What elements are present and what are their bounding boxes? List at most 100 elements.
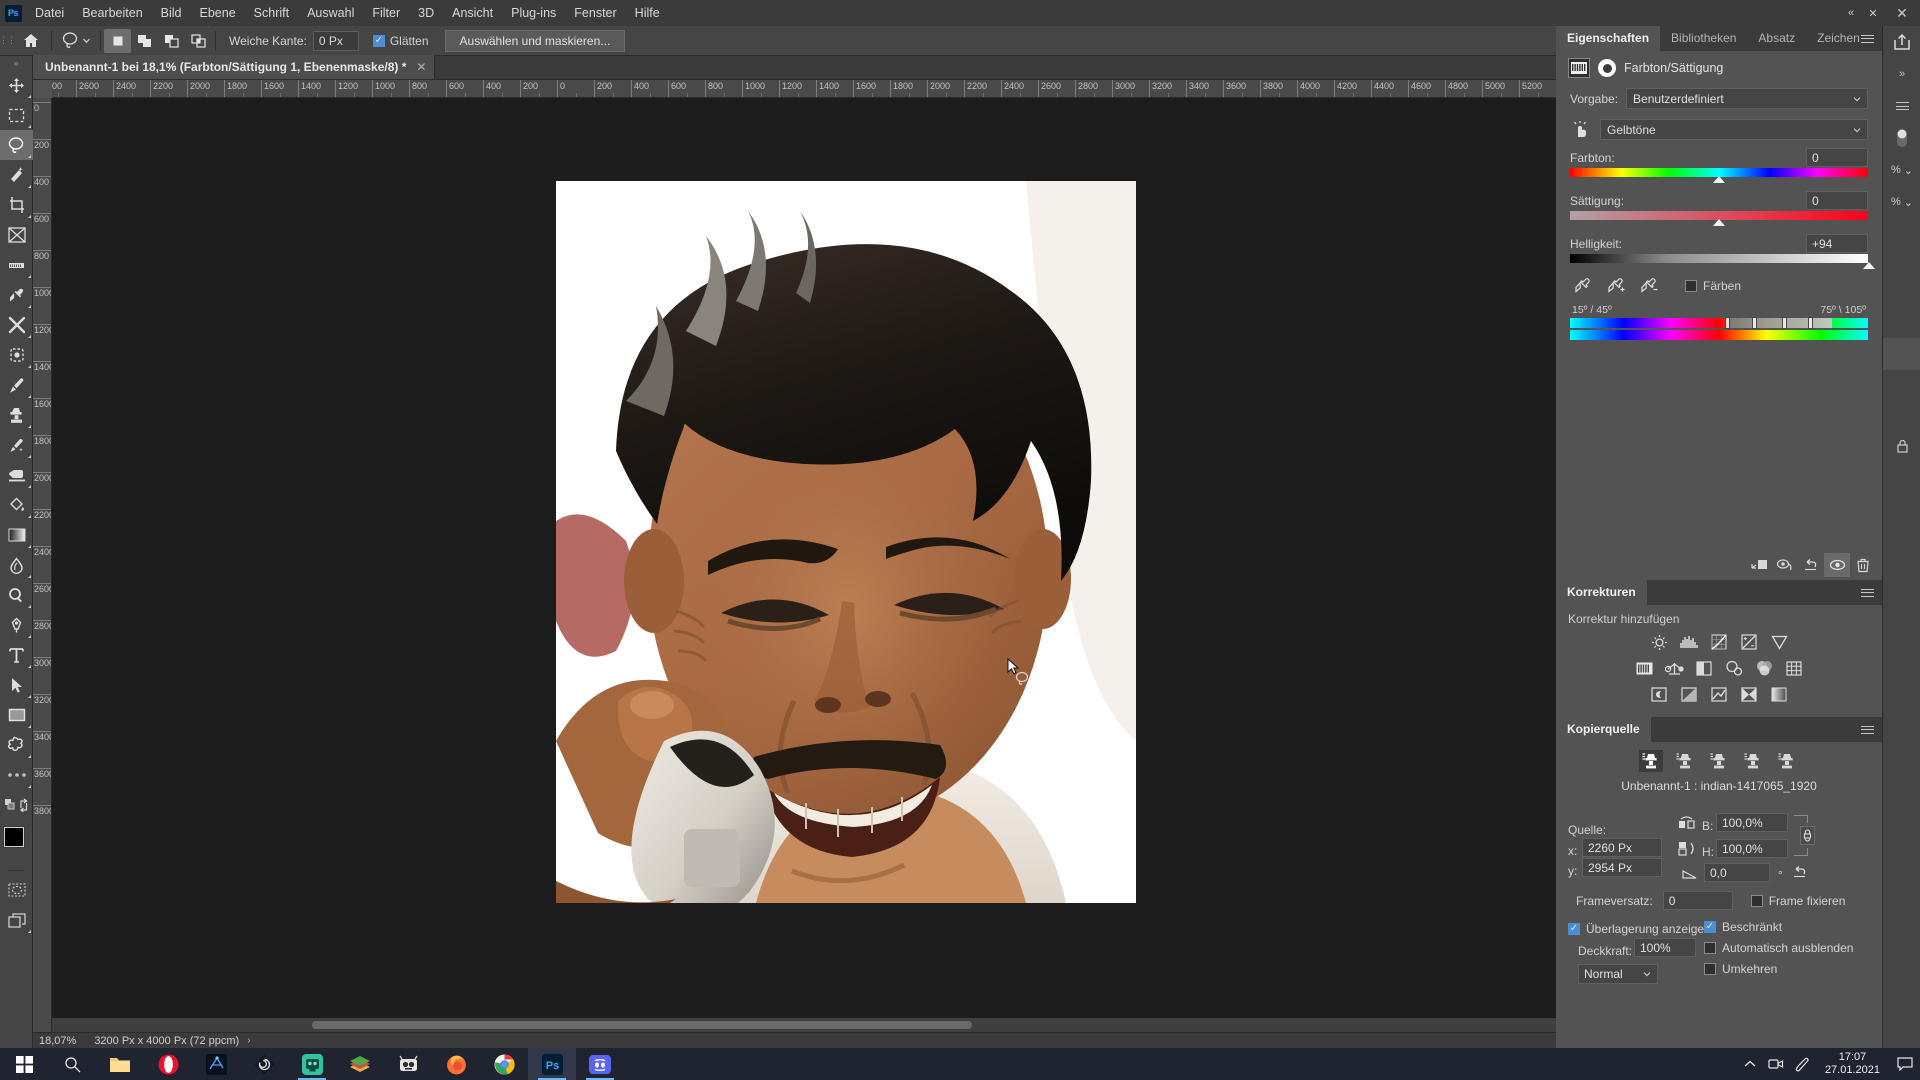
tab-korrekturen[interactable]: Korrekturen: [1556, 580, 1647, 605]
hue-slider-thumb[interactable]: [1713, 176, 1725, 183]
hue-saturation-icon[interactable]: [1633, 658, 1655, 678]
expand-panels-icon[interactable]: »: [1883, 58, 1920, 90]
lightness-slider[interactable]: [1556, 254, 1882, 269]
clone-source-slot-2[interactable]: [1673, 750, 1697, 772]
clone-source-slot-1[interactable]: [1639, 750, 1663, 772]
color-swatches[interactable]: [0, 824, 34, 866]
rectangular-marquee-tool[interactable]: [0, 100, 33, 130]
lightness-slider-thumb[interactable]: [1862, 262, 1875, 269]
lock-frame-checkbox-box[interactable]: [1750, 894, 1763, 907]
frame-offset-input[interactable]: 0: [1662, 891, 1733, 910]
levels-icon[interactable]: [1678, 632, 1700, 652]
gradient-map-icon[interactable]: [1768, 684, 1790, 704]
pen-icon[interactable]: [1789, 1048, 1815, 1080]
crop-tool[interactable]: [0, 190, 33, 220]
notification-icon[interactable]: [1890, 1048, 1920, 1080]
quick-selection-tool[interactable]: [0, 160, 33, 190]
eyedropper-subtract-icon[interactable]: [1640, 277, 1658, 294]
file-explorer-icon[interactable]: [96, 1048, 144, 1080]
canvas-area[interactable]: [52, 98, 1556, 1032]
dodge-tool[interactable]: [0, 580, 33, 610]
eyedropper-add-icon[interactable]: [1607, 277, 1625, 294]
opacity-input[interactable]: 100%: [1634, 938, 1696, 957]
layers-panel-icon[interactable]: [1883, 338, 1920, 370]
show-hidden-icons-icon[interactable]: [1737, 1048, 1763, 1080]
reset-transform-icon[interactable]: [1792, 865, 1808, 879]
show-overlay-checkbox-box[interactable]: ✓: [1568, 923, 1580, 935]
saturation-input[interactable]: 0: [1806, 191, 1868, 210]
intersect-selection-button[interactable]: [185, 29, 212, 53]
antialias-checkbox[interactable]: ✓ Glätten: [372, 34, 429, 48]
document-image[interactable]: [556, 181, 1136, 903]
reset-icon[interactable]: [1798, 553, 1824, 577]
firefox-icon[interactable]: [432, 1048, 480, 1080]
home-icon[interactable]: [14, 26, 48, 56]
clone-source-slot-4[interactable]: [1741, 750, 1765, 772]
color-range-handle-3[interactable]: [1781, 317, 1787, 329]
source-y-input[interactable]: 2954 Px: [1582, 858, 1662, 877]
move-tool[interactable]: [0, 70, 33, 100]
invert-checkbox[interactable]: Umkehren: [1704, 962, 1777, 976]
default-colors-and-swap[interactable]: [0, 790, 33, 820]
vertical-ruler[interactable]: 0 200 400 600 800 1000 1200 1400 1600 1800 2000 220…: [33, 98, 52, 1032]
paint-bucket-tool[interactable]: [0, 490, 33, 520]
saturation-slider-thumb[interactable]: [1713, 219, 1725, 226]
eyedropper-tool[interactable]: [0, 250, 33, 280]
clone-source-slot-3[interactable]: [1707, 750, 1731, 772]
percent-field-2[interactable]: % ⌄: [1883, 186, 1920, 218]
photo-filter-icon[interactable]: [1723, 658, 1745, 678]
tab-absatz[interactable]: Absatz: [1747, 26, 1806, 51]
discord-icon[interactable]: [576, 1048, 624, 1080]
subtract-from-selection-button[interactable]: [158, 29, 185, 53]
flip-vertical-icon[interactable]: [1678, 841, 1695, 856]
source-x-input[interactable]: 2260 Px: [1582, 838, 1662, 857]
percent-field-1[interactable]: % ⌄: [1883, 154, 1920, 186]
path-selection-tool[interactable]: [0, 670, 33, 700]
type-tool[interactable]: [0, 640, 33, 670]
history-brush-tool[interactable]: [0, 430, 33, 460]
hue-slider[interactable]: [1556, 168, 1882, 183]
minimize-button[interactable]: ✕: [1862, 0, 1884, 26]
menu-plugins[interactable]: Plug-ins: [502, 0, 565, 26]
colorize-checkbox-box[interactable]: [1685, 279, 1697, 292]
menu-auswahl[interactable]: Auswahl: [298, 0, 363, 26]
taskbar-clock[interactable]: 17:07 27.01.2021: [1815, 1051, 1890, 1077]
menu-hilfe[interactable]: Hilfe: [626, 0, 669, 26]
clipped-checkbox[interactable]: ✓ Beschränkt: [1704, 920, 1782, 934]
menu-ansicht[interactable]: Ansicht: [443, 0, 502, 26]
horizontal-ruler[interactable]: 2800260024002200200018001600140012001000…: [52, 80, 1556, 98]
close-window-button[interactable]: ✕: [1884, 0, 1920, 26]
menu-ebene[interactable]: Ebene: [191, 0, 245, 26]
flip-horizontal-icon[interactable]: [1678, 815, 1695, 830]
menu-datei[interactable]: Datei: [26, 0, 73, 26]
toolbar-grip-icon[interactable]: »: [0, 56, 32, 70]
brightness-contrast-icon[interactable]: [1648, 632, 1670, 652]
menu-filter[interactable]: Filter: [363, 0, 409, 26]
preset-select[interactable]: Benutzerdefiniert: [1626, 88, 1868, 109]
color-range-handle-4[interactable]: [1808, 317, 1814, 329]
view-previous-state-icon[interactable]: [1772, 553, 1798, 577]
brush-tool[interactable]: [0, 370, 33, 400]
eyedropper-picker-tool[interactable]: [0, 280, 33, 310]
canvas-horizontal-scrollbar[interactable]: [52, 1018, 1556, 1032]
more-tools-button[interactable]: [0, 760, 33, 790]
app-icon-blue[interactable]: [192, 1048, 240, 1080]
color-range-bar-top[interactable]: [1570, 317, 1868, 329]
link-width-height-icon[interactable]: [1800, 826, 1815, 845]
masks-panel-icon[interactable]: [1883, 122, 1920, 154]
lightness-input[interactable]: +94: [1806, 234, 1868, 253]
clone-stamp-tool[interactable]: [0, 400, 33, 430]
menu-schrift[interactable]: Schrift: [245, 0, 298, 26]
blend-mode-select[interactable]: Normal: [1578, 964, 1658, 984]
blur-tool[interactable]: [0, 550, 33, 580]
close-icon[interactable]: ✕: [416, 60, 426, 74]
selective-color-icon[interactable]: [1738, 684, 1760, 704]
panel-menu-icon[interactable]: [1856, 717, 1878, 742]
frame-tool[interactable]: [0, 220, 33, 250]
exposure-icon[interactable]: [1738, 632, 1760, 652]
tab-bibliotheken[interactable]: Bibliotheken: [1660, 26, 1747, 51]
menu-3d[interactable]: 3D: [409, 0, 443, 26]
collapse-panels-button[interactable]: «: [1840, 0, 1862, 26]
menu-fenster[interactable]: Fenster: [565, 0, 625, 26]
lasso-tool-icon[interactable]: [55, 26, 97, 56]
